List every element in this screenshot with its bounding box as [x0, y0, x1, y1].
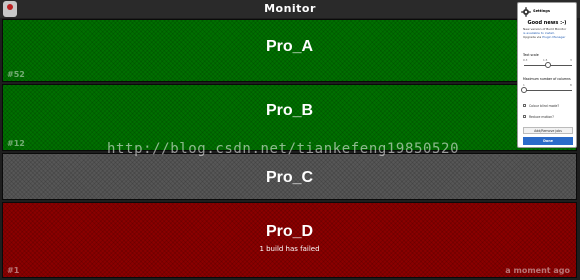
job-name[interactable]: Pro_D: [3, 223, 576, 241]
done-button[interactable]: Done: [523, 137, 573, 145]
max-columns-handle[interactable]: [521, 87, 527, 93]
build-number[interactable]: #12: [7, 139, 25, 148]
job-tile-pro-c[interactable]: Pro_C: [2, 153, 577, 200]
upgrade-text: Upgrade via: [523, 35, 542, 40]
good-news-heading: Good news :-): [527, 20, 567, 26]
watermark-text: http://blog.csdn.net/tiankefeng19850520: [107, 141, 460, 157]
job-name[interactable]: Pro_A: [3, 38, 576, 56]
reduce-motion-label: Reduce motion?: [529, 115, 554, 119]
text-scale-label: Text scale: [523, 53, 539, 57]
text-scale-min: 0.3: [523, 58, 528, 62]
text-scale-handle[interactable]: [545, 62, 551, 68]
reduce-motion-checkbox[interactable]: [523, 115, 526, 118]
text-scale-max: 3: [570, 58, 572, 62]
gear-icon[interactable]: [521, 7, 531, 17]
build-number[interactable]: #52: [7, 70, 25, 79]
update-message: New version of Build Monitor is availabl…: [523, 27, 566, 40]
job-tile-pro-d[interactable]: Pro_D 1 build has failed #1 a moment ago: [2, 202, 577, 278]
job-name[interactable]: Pro_C: [3, 169, 576, 187]
colour-blind-checkbox[interactable]: [523, 104, 526, 107]
page-title: Monitor: [264, 2, 316, 15]
settings-panel: Settings Good news :-) New version of Bu…: [517, 2, 577, 148]
add-remove-jobs-button[interactable]: Add/Remove jobs: [523, 127, 573, 134]
settings-title: Settings: [533, 9, 550, 13]
build-time: a moment ago: [505, 266, 570, 275]
max-columns-max: 8: [570, 83, 572, 87]
job-status-message: 1 build has failed: [259, 245, 320, 253]
jenkins-logo-icon: [3, 1, 17, 17]
colour-blind-label: Colour blind mode?: [529, 104, 560, 108]
plugin-manager-link[interactable]: Plugin Manager: [542, 35, 565, 39]
build-number[interactable]: #1: [7, 266, 19, 275]
job-name[interactable]: Pro_B: [3, 102, 576, 120]
monitor-title-bar: Monitor: [0, 0, 580, 18]
max-columns-slider[interactable]: [524, 90, 572, 91]
job-tile-pro-a[interactable]: Pro_A #52 3: [2, 19, 577, 82]
max-columns-label: Maximum number of columns: [523, 77, 571, 81]
